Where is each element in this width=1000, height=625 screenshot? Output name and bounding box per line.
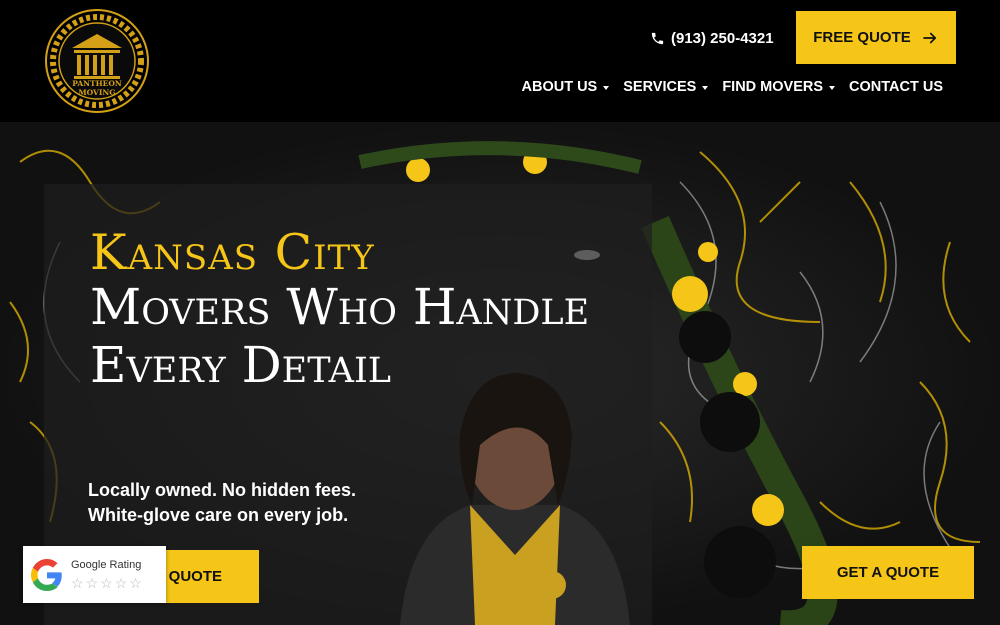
- star-icon: ☆: [114, 575, 128, 591]
- star-icon: ☆: [71, 575, 84, 591]
- chevron-down-icon: [603, 86, 610, 90]
- hero-subtitle: Locally owned. No hidden fees. White-glo…: [88, 480, 357, 525]
- chevron-down-icon: [702, 86, 709, 90]
- nav-contact-us[interactable]: CONTACT US: [849, 79, 943, 95]
- site-header: PANTHEON MOVING (913) 250-4321 FREE QUOT…: [0, 0, 1000, 122]
- chevron-down-icon: [829, 86, 836, 90]
- star-icon: ☆: [129, 575, 142, 591]
- get-quote-button-right[interactable]: GET A QUOTE: [802, 546, 974, 599]
- main-nav: ABOUT US SERVICES FIND MOVERS CONTACT US: [508, 79, 944, 95]
- phone-icon: [651, 32, 664, 44]
- nav-about-us[interactable]: ABOUT US: [522, 79, 610, 95]
- google-rating-label: Google Rating: [71, 559, 142, 571]
- phone-number: (913) 250-4321: [671, 29, 774, 47]
- arrow-right-icon: [922, 32, 936, 43]
- google-icon: [31, 558, 62, 591]
- svg-text:PANTHEON: PANTHEON: [72, 79, 122, 88]
- star-icon: ☆: [100, 575, 113, 591]
- phone-link[interactable]: (913) 250-4321: [650, 27, 774, 49]
- nav-find-movers[interactable]: FIND MOVERS: [722, 79, 836, 95]
- free-quote-label: FREE QUOTE: [813, 29, 911, 46]
- google-rating-badge[interactable]: Google Rating ☆ ☆ ☆ ☆ ☆: [23, 546, 166, 603]
- hero-title-white: Movers Who Handle Every Detail: [90, 278, 590, 394]
- free-quote-button[interactable]: FREE QUOTE: [796, 11, 956, 64]
- nav-services[interactable]: SERVICES: [623, 79, 709, 95]
- svg-text:MOVING: MOVING: [78, 88, 115, 97]
- hero-title-gold: Kansas City: [90, 224, 375, 281]
- rating-stars: ☆ ☆ ☆ ☆ ☆: [71, 576, 142, 590]
- pantheon-logo[interactable]: PANTHEON MOVING: [44, 8, 150, 114]
- star-icon: ☆: [85, 575, 99, 591]
